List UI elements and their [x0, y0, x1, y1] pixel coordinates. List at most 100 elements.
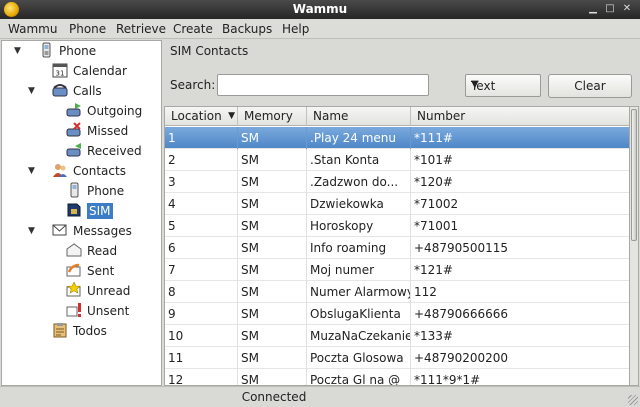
todos-icon [52, 322, 68, 338]
tree-item-label: Todos [73, 324, 107, 338]
cell-number: *121# [411, 259, 629, 281]
table-row[interactable]: 12 SM Poczta Gl na @ *111*9*1# [165, 369, 629, 385]
cell-name: Info roaming [307, 237, 411, 259]
cell-number: *101# [411, 149, 629, 171]
sent-message-icon [66, 262, 82, 278]
tree-item-outgoing[interactable]: Outgoing [66, 101, 142, 121]
minimize-icon[interactable]: ▁ [587, 3, 599, 15]
tree-item-phone[interactable]: ▼ Phone [14, 41, 96, 61]
cell-location: 5 [165, 215, 238, 237]
table-row[interactable]: 5 SM Horoskopy *71001 [165, 215, 629, 237]
menu-create[interactable]: Create [173, 22, 213, 36]
read-message-icon [66, 242, 82, 258]
cell-location: 4 [165, 193, 238, 215]
cell-name: Poczta Glosowa [307, 347, 411, 369]
phone-icon [38, 42, 54, 58]
table-row[interactable]: 4 SM Dzwiekowka *71002 [165, 193, 629, 215]
tree-item-received[interactable]: Received [66, 141, 142, 161]
menu-retrieve[interactable]: Retrieve [116, 22, 166, 36]
calendar-icon: 31 [52, 62, 68, 78]
clear-button[interactable]: Clear [548, 74, 632, 98]
table-row[interactable]: 10 SM MuzaNaCzekanie *133# [165, 325, 629, 347]
menu-phone[interactable]: Phone [69, 22, 106, 36]
tree-item-label: Sent [87, 264, 115, 278]
tree-item-todos[interactable]: Todos [52, 321, 107, 341]
cell-number: *71002 [411, 193, 629, 215]
search-type-select[interactable]: Text ▼ [465, 74, 541, 97]
table-row[interactable]: 3 SM .Zadzwon do... *120# [165, 171, 629, 193]
menu-help[interactable]: Help [282, 22, 309, 36]
expander-icon[interactable]: ▼ [28, 81, 38, 101]
cell-memory: SM [238, 325, 307, 347]
tree-item-label: Phone [87, 184, 125, 198]
expander-icon[interactable]: ▼ [28, 221, 38, 241]
sim-card-icon [66, 202, 82, 218]
table-row[interactable]: 2 SM .Stan Konta *101# [165, 149, 629, 171]
search-input[interactable] [217, 74, 429, 96]
tree-item-label: Missed [87, 124, 129, 138]
outgoing-call-icon [66, 102, 82, 118]
scrollbar-thumb[interactable] [631, 109, 637, 241]
contacts-icon [52, 162, 68, 178]
cell-number: *111# [411, 127, 629, 149]
tree-item-sent[interactable]: Sent [66, 261, 114, 281]
table-row[interactable]: 1 SM .Play 24 menu *111# [165, 127, 629, 149]
cell-number: *120# [411, 171, 629, 193]
maximize-icon[interactable]: □ [604, 3, 616, 15]
tree-item-sim[interactable]: SIM [66, 201, 113, 221]
cell-location: 6 [165, 237, 238, 259]
cell-number: +48790200200 [411, 347, 629, 369]
expander-icon[interactable]: ▼ [14, 41, 24, 61]
menu-bar: Wammu Phone Retrieve Create Backups Help [0, 19, 640, 39]
tree-item-missed[interactable]: Missed [66, 121, 128, 141]
tree-item-read[interactable]: Read [66, 241, 117, 261]
tree-item-label: Messages [73, 224, 132, 238]
status-text: Connected [241, 390, 307, 404]
table-row[interactable]: 6 SM Info roaming +48790500115 [165, 237, 629, 259]
column-header-number[interactable]: Number [411, 107, 629, 126]
cell-memory: SM [238, 127, 307, 149]
messages-icon [52, 222, 68, 238]
cell-number: *133# [411, 325, 629, 347]
tree-item-unread[interactable]: Unread [66, 281, 130, 301]
tree-item-contacts[interactable]: ▼ Contacts [28, 161, 126, 181]
cell-location: 10 [165, 325, 238, 347]
tree-item-unsent[interactable]: Unsent [66, 301, 129, 321]
tree-item-calls[interactable]: ▼ Calls [28, 81, 102, 101]
navigation-tree: ▼ Phone 31 Calendar ▼ Calls Outgoing Mis… [1, 40, 162, 386]
menu-backups[interactable]: Backups [222, 22, 272, 36]
cell-memory: SM [238, 303, 307, 325]
resize-grip-icon[interactable] [628, 395, 638, 405]
table-row[interactable]: 9 SM ObslugaKlienta +48790666666 [165, 303, 629, 325]
vertical-scrollbar[interactable] [630, 106, 639, 386]
column-header-location[interactable]: Location ▼ [165, 107, 238, 126]
tree-item-contacts-phone[interactable]: Phone [66, 181, 124, 201]
cell-memory: SM [238, 171, 307, 193]
tree-item-label: Calls [73, 84, 102, 98]
contacts-table: Location ▼ Memory Name Number 1 SM .Play 2… [164, 106, 630, 386]
column-header-memory[interactable]: Memory [238, 107, 307, 126]
table-row[interactable]: 7 SM Moj numer *121# [165, 259, 629, 281]
cell-number: 112 [411, 281, 629, 303]
title-bar[interactable]: Wammu ▁ □ ✕ [0, 0, 640, 19]
close-icon[interactable]: ✕ [621, 3, 633, 15]
status-bar: Connected [0, 386, 640, 407]
table-row[interactable]: 8 SM Numer Alarmowy 112 [165, 281, 629, 303]
phone-contacts-icon [66, 182, 82, 198]
cell-name: .Zadzwon do... [307, 171, 411, 193]
table-row[interactable]: 11 SM Poczta Glosowa +48790200200 [165, 347, 629, 369]
cell-location: 12 [165, 369, 238, 385]
tree-item-label: Unsent [87, 304, 130, 318]
cell-location: 3 [165, 171, 238, 193]
tree-item-label: Calendar [73, 64, 127, 78]
tree-item-calendar[interactable]: 31 Calendar [52, 61, 127, 81]
cell-name: Horoskopy [307, 215, 411, 237]
tree-item-label: SIM [87, 203, 113, 219]
column-header-name[interactable]: Name [307, 107, 411, 126]
cell-location: 1 [165, 127, 238, 149]
contacts-panel: SIM Contacts Search: Text ▼ Clear Locati… [164, 40, 639, 386]
tree-item-messages[interactable]: ▼ Messages [28, 221, 132, 241]
expander-icon[interactable]: ▼ [28, 161, 38, 181]
unsent-message-icon [66, 302, 82, 318]
menu-wammu[interactable]: Wammu [8, 22, 57, 36]
